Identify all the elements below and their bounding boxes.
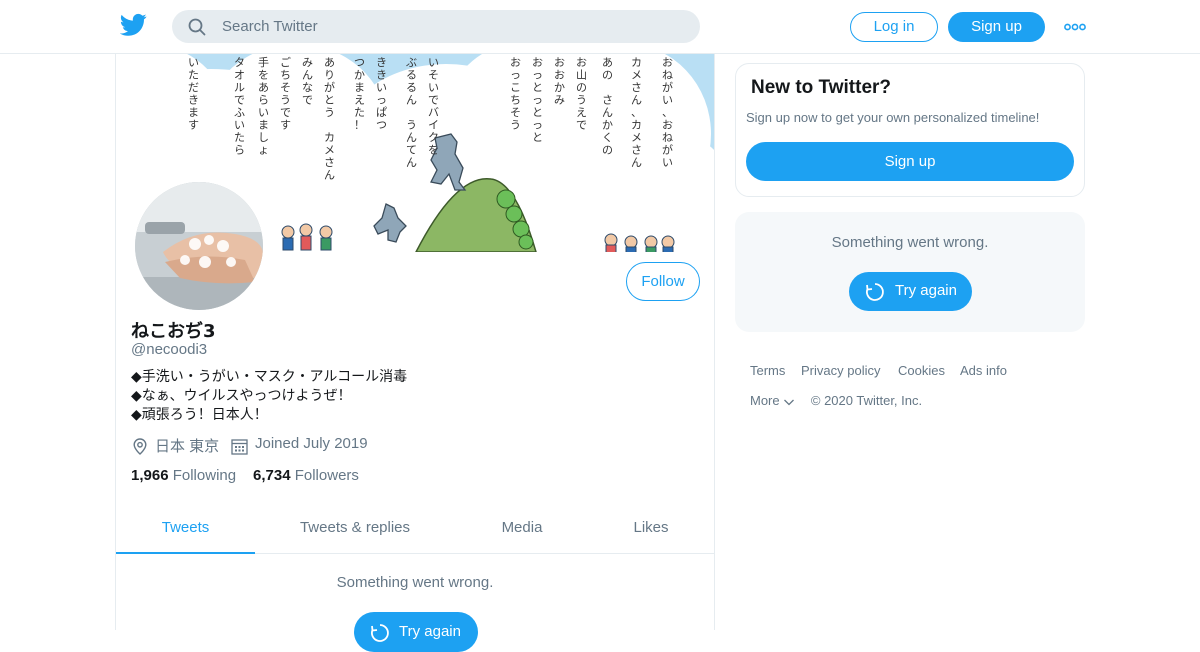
banner-poem-column: みんなで [302, 56, 313, 107]
bio-line: ◆なぁ、ウイルスやっつけようぜ！ [131, 388, 352, 404]
signup-button[interactable]: Sign up [948, 12, 1045, 42]
refresh-icon [866, 283, 884, 301]
profile-handle[interactable]: @necoodi3 [131, 341, 207, 358]
banner-poem-column: 手をあらいましょ [258, 55, 269, 157]
follow-button[interactable]: Follow [626, 262, 700, 301]
try-again-label: Try again [895, 282, 957, 299]
profile-joined-date: Joined July 2019 [255, 435, 368, 452]
profile-location: 日本 東京 [155, 438, 220, 455]
banner-poem-column: ありがとう カメさん [324, 56, 335, 182]
new-to-twitter-card: New to Twitter? Sign up now to get your … [735, 63, 1085, 197]
new-to-twitter-title: New to Twitter? [751, 77, 892, 98]
footer-copyright: © 2020 Twitter, Inc. [810, 393, 923, 408]
new-to-twitter-subtitle: Sign up now to get your own personalized… [746, 110, 1040, 125]
following-count: 1,966 [131, 467, 169, 484]
footer-link-privacy[interactable]: Privacy policy [801, 363, 880, 378]
banner-poem-column: お山のうえで [576, 56, 587, 132]
banner-poem-column: タオルでふいたら [234, 56, 245, 157]
sidebar-error-message: Something went wrong. [831, 234, 989, 251]
banner-poem-column: ごちそうです [280, 55, 291, 132]
timeline-try-again-button[interactable]: Try again [354, 612, 478, 652]
tab-tweets-replies[interactable]: Tweets & replies [276, 506, 434, 554]
handwashing-photo [135, 182, 263, 310]
following-label: Following [172, 467, 237, 484]
refresh-icon [371, 624, 389, 642]
search-box[interactable] [172, 10, 700, 43]
banner-poem-column: あの さんかくの [602, 56, 613, 157]
footer-link-terms[interactable]: Terms [750, 363, 785, 378]
sidebar-error-card: Something went wrong. Try again [735, 212, 1085, 332]
banner-poem-column: いそいでバイクを [428, 56, 439, 157]
banner-poem-column: いただきます [188, 56, 199, 132]
profile-display-name[interactable]: ねこおぢ3 [131, 317, 216, 343]
top-navigation-bar: Log in Sign up [0, 0, 1200, 54]
footer-row-2: More © 2020 Twitter, Inc. [750, 393, 922, 408]
twitter-bird-logo-icon[interactable] [120, 13, 147, 37]
footer-more-label: More [750, 393, 780, 408]
banner-poem-column: おおかみ [554, 56, 565, 107]
tab-tweets[interactable]: Tweets [116, 506, 255, 554]
footer-more-button[interactable]: More [750, 393, 799, 408]
followers-count: 6,734 [253, 467, 291, 484]
login-button[interactable]: Log in [850, 12, 938, 42]
footer-link-ads-info[interactable]: Ads info [960, 363, 1007, 378]
following-stat[interactable]: 1,966 Following [131, 467, 236, 484]
banner-poem-column: カメさん、カメさん [631, 56, 642, 169]
search-input[interactable] [222, 10, 682, 43]
sidebar-try-again-button[interactable]: Try again [849, 272, 972, 311]
try-again-label: Try again [399, 623, 461, 640]
banner-poem-column: おっこちそう [510, 56, 521, 132]
calendar-icon [231, 439, 248, 455]
footer-link-cookies[interactable]: Cookies [898, 363, 945, 378]
tab-likes[interactable]: Likes [616, 506, 686, 554]
timeline-error-message: Something went wrong. [336, 574, 494, 591]
chevron-down-icon [784, 399, 795, 406]
sidebar-signup-button[interactable]: Sign up [746, 142, 1074, 181]
search-icon [188, 18, 206, 36]
more-options-icon[interactable] [1064, 20, 1086, 34]
bio-line: ◆頑張ろう！日本人！ [131, 407, 268, 423]
followers-label: Followers [294, 467, 359, 484]
location-pin-icon [133, 438, 147, 455]
banner-poem-column: おねがい、おねがい [662, 56, 673, 169]
banner-poem-column: ぶるるん うんてん [406, 56, 417, 169]
banner-poem-column: ききいっぱつ [376, 56, 387, 132]
profile-avatar[interactable] [131, 178, 267, 314]
tab-media[interactable]: Media [476, 506, 568, 554]
followers-stat[interactable]: 6,734 Followers [253, 467, 359, 484]
banner-poem-column: おっとっとっと [532, 56, 543, 144]
profile-tabs: Tweets Tweets & replies Media Likes [116, 506, 714, 554]
bio-line: ◆手洗い・うがい・マスク・アルコール消毒 [131, 369, 408, 385]
profile-bio: ◆手洗い・うがい・マスク・アルコール消毒 ◆なぁ、ウイルスやっつけようぜ！ ◆頑… [131, 368, 407, 425]
profile-column: おねがい、おねがい カメさん、カメさん あの さんかくの お山のうえで おおかみ おっとっ… [115, 54, 715, 652]
banner-poem-column: つかまえた！ [354, 56, 365, 132]
